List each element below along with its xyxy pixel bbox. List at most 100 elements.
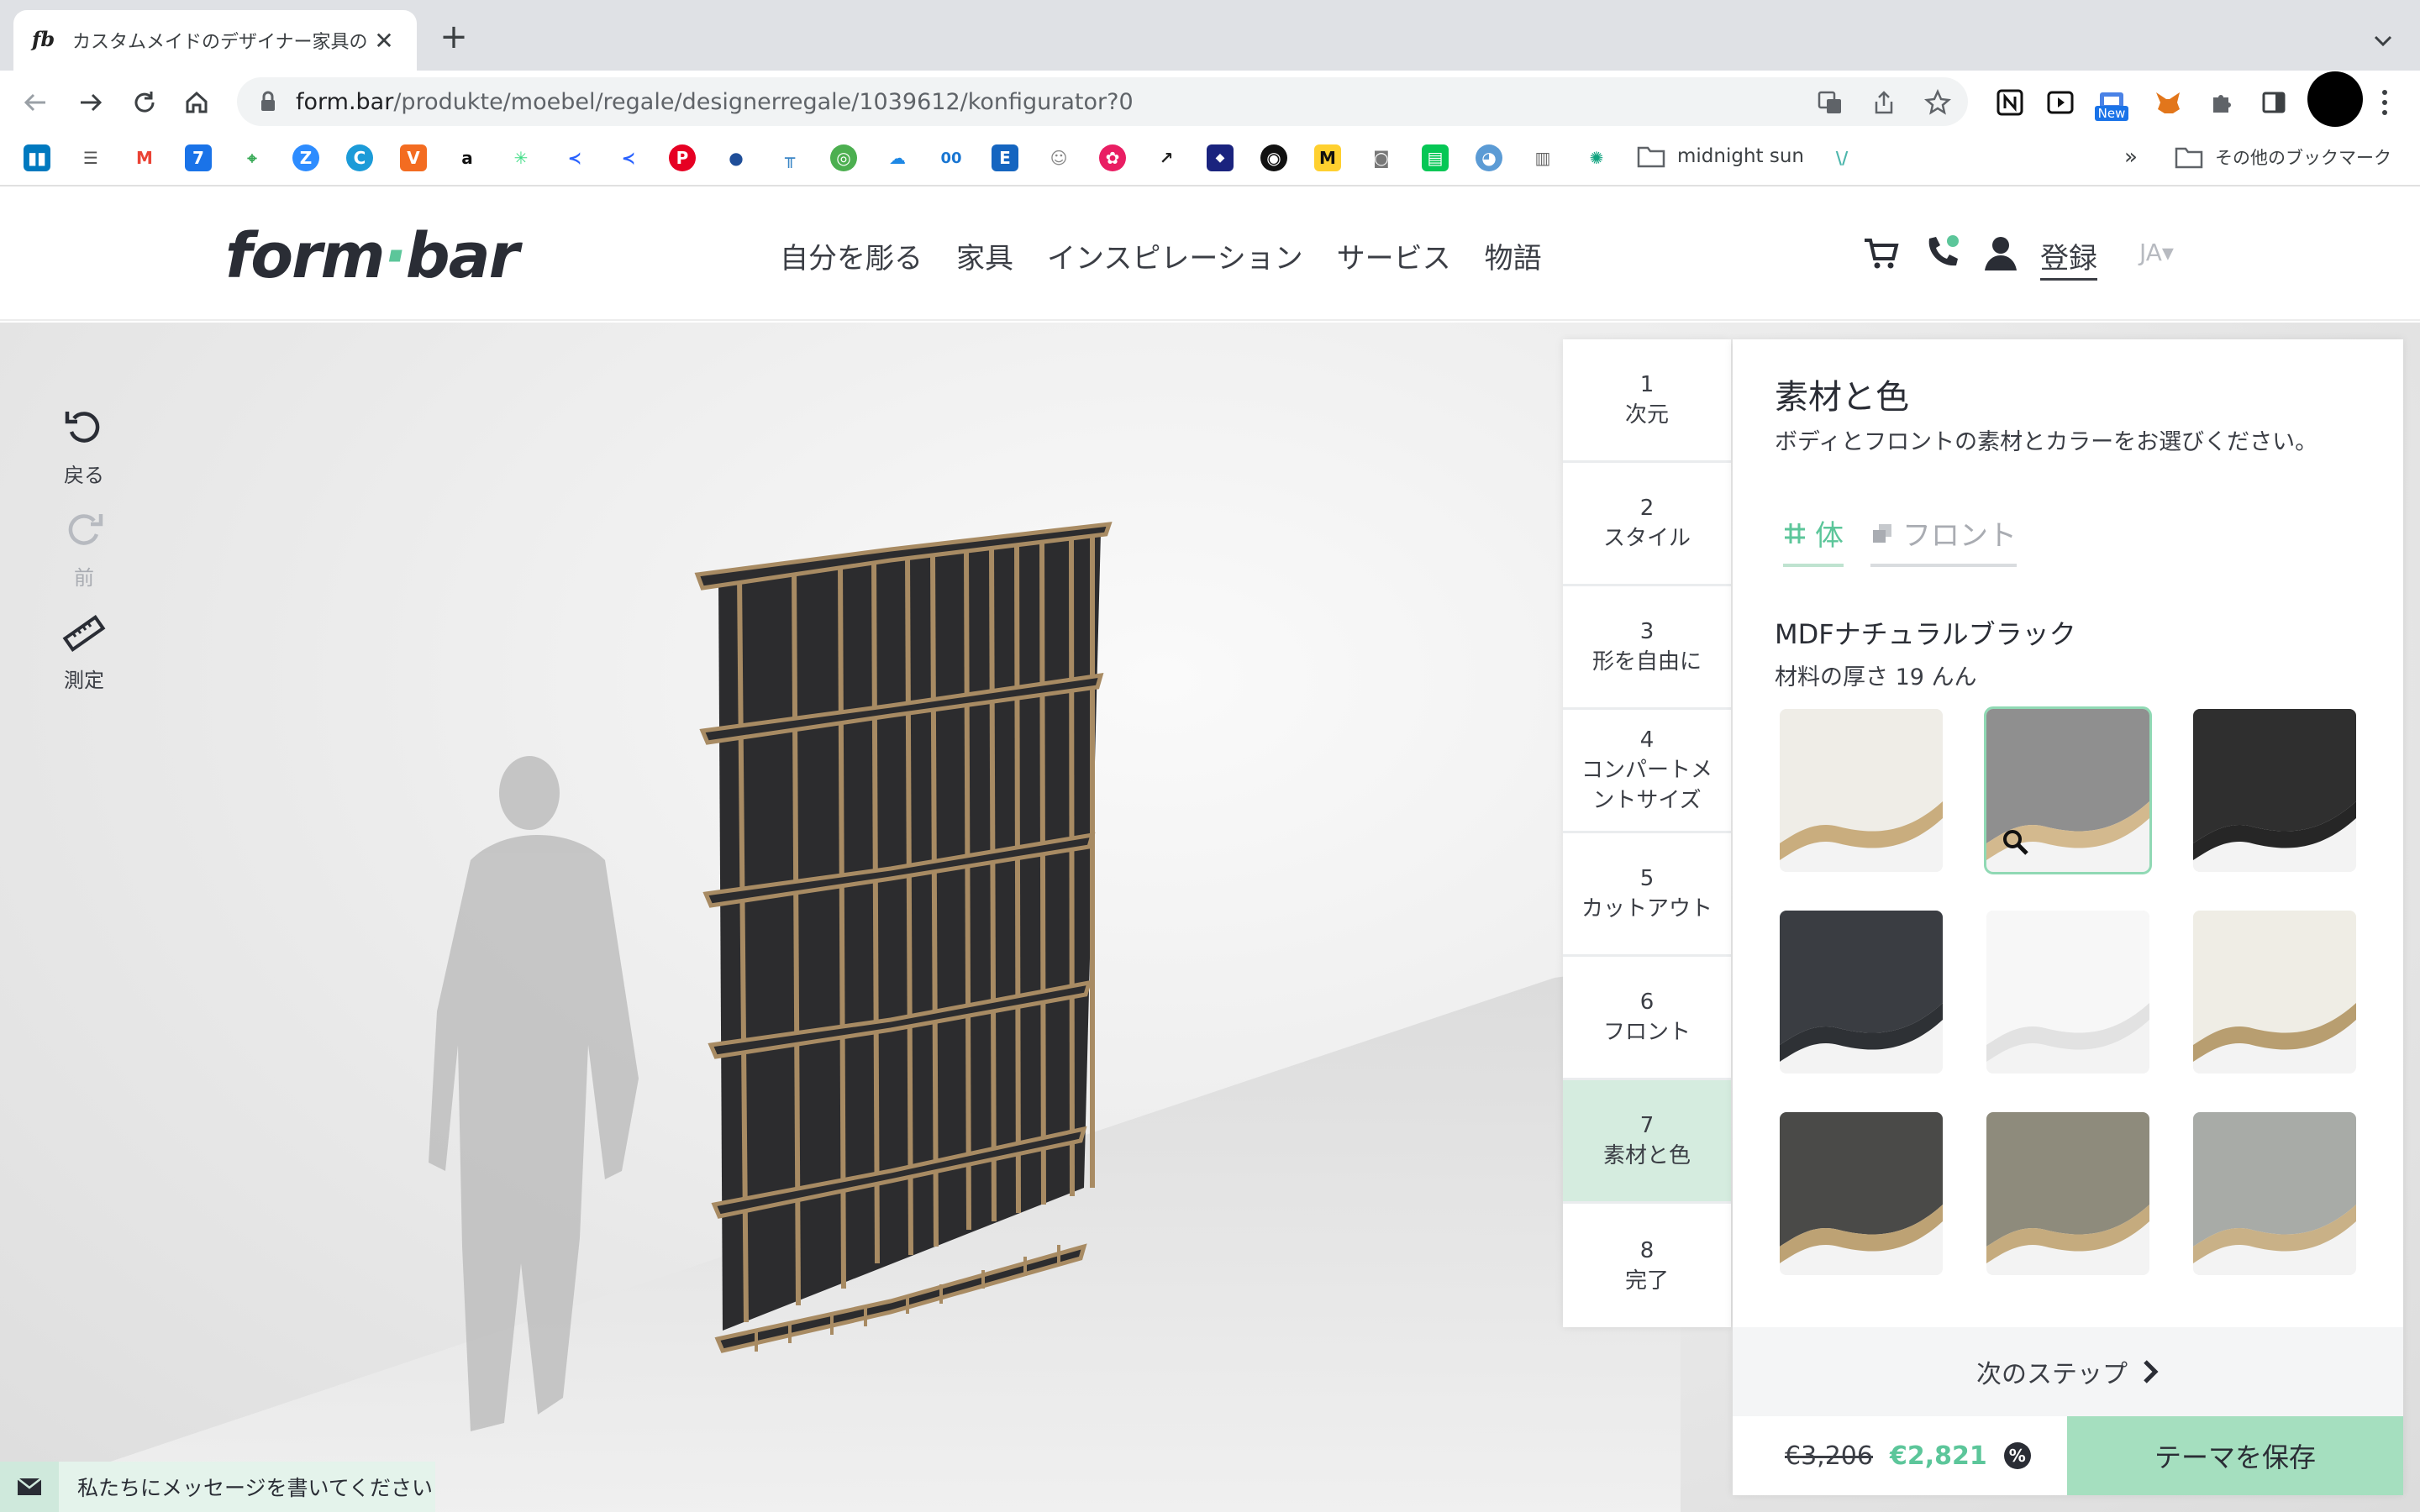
- site-header: form·bar 自分を彫る 家具 インスピレーション サービス 物語 登録 J…: [0, 186, 2420, 321]
- smiley-bookmark-icon[interactable]: ☺: [1045, 144, 1072, 171]
- circle-app-bookmark-icon[interactable]: ◎: [830, 144, 857, 171]
- chatgpt-bookmark-icon[interactable]: ✺: [1583, 144, 1610, 171]
- lock-icon[interactable]: [257, 91, 279, 113]
- maps-bookmark-icon[interactable]: ⌖: [239, 144, 266, 171]
- side-panel-icon[interactable]: [2255, 84, 2292, 121]
- translate-icon[interactable]: [1817, 89, 1844, 116]
- notion-extension-icon[interactable]: [1991, 84, 2028, 121]
- nav-item-story[interactable]: 物語: [1485, 235, 1542, 276]
- browser-tab[interactable]: fb カスタムメイドのデザイナー家具の ✕: [13, 10, 417, 71]
- nav-item-sculpt[interactable]: 自分を彫る: [780, 235, 923, 276]
- v-logo-bookmark-icon[interactable]: \/: [1828, 144, 1855, 171]
- share-icon[interactable]: [1870, 89, 1897, 116]
- zoom-bookmark-icon[interactable]: Z: [292, 144, 319, 171]
- step-style[interactable]: 2 スタイル: [1563, 463, 1731, 586]
- dot-app-bookmark-icon[interactable]: ●: [723, 144, 750, 171]
- step-compartment-size[interactable]: 4 コンパートメ ントサイズ: [1563, 710, 1731, 833]
- chat-widget[interactable]: 私たちにメッセージを書いてください: [0, 1462, 435, 1512]
- step-freeform[interactable]: 3 形を自由に: [1563, 586, 1731, 710]
- user-icon[interactable]: [1981, 234, 2020, 272]
- formbar-logo[interactable]: form·bar: [225, 220, 519, 292]
- home-icon[interactable]: [178, 84, 215, 121]
- swatch-anthracite[interactable]: [1780, 911, 1943, 1074]
- discount-icon[interactable]: %: [2003, 1442, 2031, 1469]
- swatch-cream-birch[interactable]: [1780, 709, 1943, 872]
- asterisk-bookmark-icon[interactable]: ✳: [508, 144, 534, 171]
- arrow-app-bookmark-icon[interactable]: ≺: [561, 144, 588, 171]
- forward-arrow-icon[interactable]: [72, 84, 109, 121]
- gmail-bookmark-icon[interactable]: M: [131, 144, 158, 171]
- nav-item-service[interactable]: サービス: [1337, 235, 1451, 276]
- miro-bookmark-icon[interactable]: M: [1314, 144, 1341, 171]
- reload-icon[interactable]: [126, 84, 163, 121]
- e-app-bookmark-icon[interactable]: E: [992, 144, 1018, 171]
- new-tab-button[interactable]: +: [435, 20, 472, 57]
- step-material-color[interactable]: 7 素材と色: [1563, 1080, 1731, 1204]
- measure-button[interactable]: 測定: [50, 612, 118, 693]
- v-app-bookmark-icon[interactable]: V: [400, 144, 427, 171]
- login-link[interactable]: 登録: [2040, 235, 2097, 281]
- arrow-app-2-bookmark-icon[interactable]: ≺: [615, 144, 642, 171]
- folder-icon: [1637, 146, 1665, 168]
- language-selector[interactable]: JA▾: [2139, 239, 2174, 266]
- step-finish[interactable]: 8 完了: [1563, 1204, 1731, 1327]
- video-extension-icon[interactable]: [2042, 84, 2079, 121]
- step-dimensions[interactable]: 1 次元: [1563, 339, 1731, 463]
- swatch-grey-birch[interactable]: [1984, 706, 2152, 874]
- metamask-fox-icon[interactable]: [2149, 84, 2186, 121]
- extensions-puzzle-icon[interactable]: [2203, 84, 2240, 121]
- back-arrow-icon[interactable]: [17, 84, 54, 121]
- chart-app-bookmark-icon[interactable]: ╥: [776, 144, 803, 171]
- swatch-white-plywood[interactable]: [2193, 911, 2356, 1074]
- configurator-steps: 1 次元 2 スタイル 3 形を自由に 4 コンパートメ ントサイズ 5 カットアウト 6フ…: [1563, 339, 1731, 1327]
- database-bookmark-icon[interactable]: ☰: [77, 144, 104, 171]
- browser-menu-icon[interactable]: [2368, 84, 2402, 121]
- nav-item-inspiration[interactable]: インスピレーション: [1047, 235, 1303, 276]
- swatch-white[interactable]: [1986, 911, 2149, 1074]
- swatch-olive-plywood[interactable]: [1986, 1112, 2149, 1275]
- blue-app-bookmark-icon[interactable]: ◆: [1207, 144, 1234, 171]
- pinterest-bookmark-icon[interactable]: P: [669, 144, 696, 171]
- line-bookmark-icon[interactable]: ▤: [1422, 144, 1449, 171]
- next-step-button[interactable]: 次のステップ: [1733, 1327, 2403, 1416]
- trello-bookmark-icon[interactable]: ▮▮: [24, 144, 50, 171]
- redo-button[interactable]: 前: [50, 509, 118, 591]
- cloud-app-bookmark-icon[interactable]: ☁: [884, 144, 911, 171]
- calendar-bookmark-icon[interactable]: 7: [185, 144, 212, 171]
- amazon-bookmark-icon[interactable]: a: [454, 144, 481, 171]
- save-theme-button[interactable]: テーマを保存: [2067, 1416, 2403, 1495]
- tab-front[interactable]: フロント: [1870, 512, 2017, 567]
- address-bar[interactable]: form.bar/produkte/moebel/regale/designer…: [237, 77, 1968, 126]
- cart-icon[interactable]: [1862, 234, 1901, 272]
- bookmark-star-icon[interactable]: [1924, 89, 1951, 116]
- magnifier-icon[interactable]: [2002, 828, 2030, 857]
- step-cutout[interactable]: 5 カットアウト: [1563, 833, 1731, 957]
- c-app-bookmark-icon[interactable]: C: [346, 144, 373, 171]
- step-front[interactable]: 6 フロント: [1563, 957, 1731, 1080]
- building-bookmark-icon[interactable]: ▥: [1529, 144, 1556, 171]
- tab-close-icon[interactable]: ✕: [370, 27, 398, 55]
- new-extension-icon[interactable]: New: [2091, 84, 2133, 121]
- chevron-right-icon: [2144, 1360, 2159, 1383]
- bookmark-folder-midnight-sun[interactable]: midnight sun: [1637, 144, 1804, 168]
- undo-button[interactable]: 戻る: [50, 407, 118, 488]
- bookmark-folder-others[interactable]: その他のブックマーク: [2175, 144, 2391, 170]
- openai-bookmark-icon[interactable]: ◉: [1260, 144, 1287, 171]
- profile-avatar[interactable]: [2306, 71, 2365, 127]
- bookmarks-overflow-icon[interactable]: »: [2124, 144, 2138, 170]
- flower-bookmark-icon[interactable]: ✿: [1099, 144, 1126, 171]
- swatch-sage-plywood[interactable]: [2193, 1112, 2356, 1275]
- bird-bookmark-icon[interactable]: ◕: [1476, 144, 1502, 171]
- pen-bookmark-icon[interactable]: ↗: [1153, 144, 1180, 171]
- camera-bookmark-icon[interactable]: ◙: [1368, 144, 1395, 171]
- tab-search-chevron-icon[interactable]: [2368, 25, 2398, 55]
- nav-item-furniture[interactable]: 家具: [956, 235, 1013, 276]
- tab-body[interactable]: 体: [1783, 512, 1844, 567]
- tab-title: カスタムメイドのデザイナー家具の: [72, 32, 368, 53]
- grid-icon: [1785, 522, 1805, 543]
- swatch-black-plywood[interactable]: [1780, 1112, 1943, 1275]
- swatch-black-mdf[interactable]: [2193, 709, 2356, 872]
- oo-app-bookmark-icon[interactable]: 00: [938, 144, 965, 171]
- phone-icon[interactable]: [1923, 234, 1961, 272]
- ruler-icon: [62, 615, 106, 652]
